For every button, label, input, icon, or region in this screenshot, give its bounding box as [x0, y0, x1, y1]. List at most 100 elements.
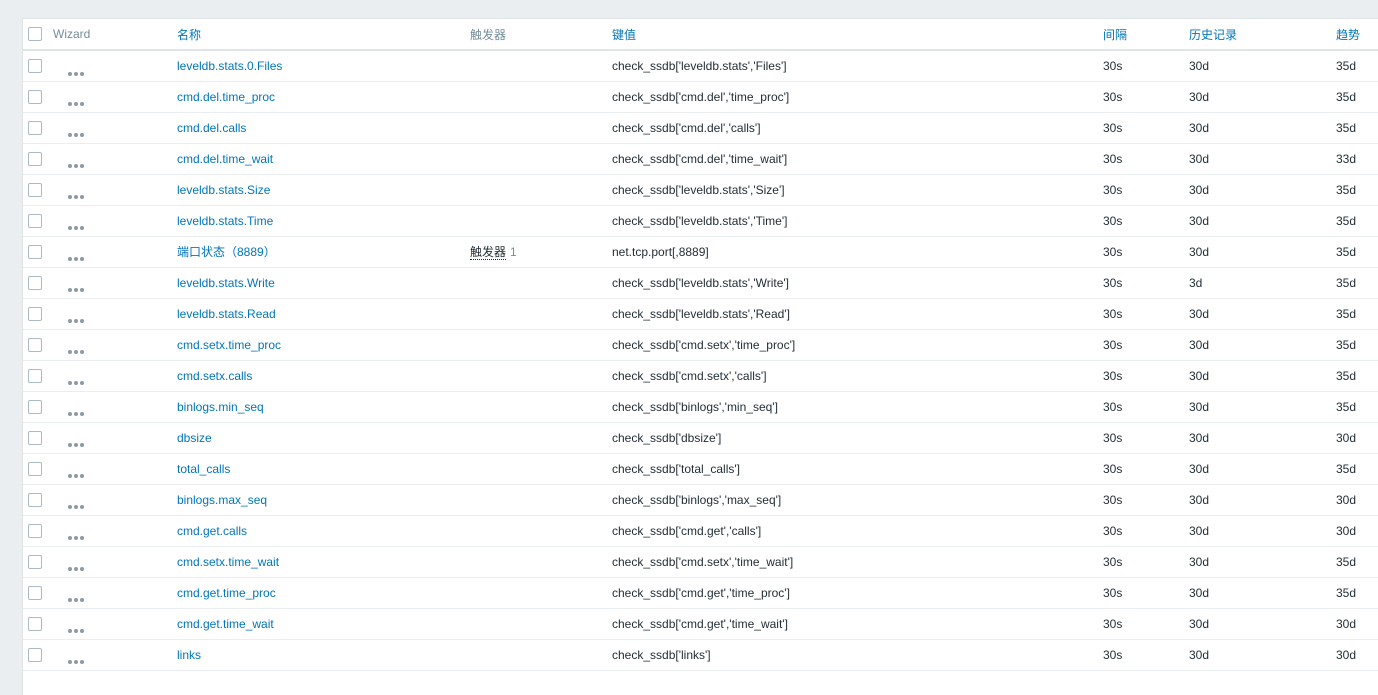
- table-row: binlogs.min_seq check_ssdb['binlogs','mi…: [23, 391, 1378, 422]
- row-triggers-cell: [470, 608, 612, 639]
- row-triggers-cell: [470, 298, 612, 329]
- item-name-link[interactable]: cmd.get.time_proc: [177, 586, 276, 600]
- item-name-link[interactable]: cmd.del.calls: [177, 121, 246, 135]
- sort-by-interval-link[interactable]: 间隔: [1103, 28, 1127, 42]
- row-wizard-cell: [53, 546, 177, 577]
- sort-by-trends-link[interactable]: 趋势: [1336, 28, 1360, 42]
- row-checkbox[interactable]: [28, 275, 42, 290]
- row-triggers-cell: [470, 50, 612, 81]
- row-history-cell: 30d: [1189, 298, 1336, 329]
- more-dots-icon[interactable]: [68, 65, 86, 76]
- item-name-link[interactable]: leveldb.stats.Write: [177, 276, 275, 290]
- row-select-cell: [23, 546, 53, 577]
- more-dots-icon[interactable]: [68, 653, 86, 665]
- more-dots-icon[interactable]: [68, 560, 86, 572]
- row-checkbox[interactable]: [28, 585, 42, 600]
- more-dots-icon[interactable]: [68, 622, 86, 634]
- item-name-link[interactable]: cmd.get.time_wait: [177, 617, 274, 631]
- more-dots-icon[interactable]: [68, 312, 86, 324]
- row-history-cell: 30d: [1189, 112, 1336, 143]
- row-interval-cell: 30s: [1103, 391, 1189, 422]
- item-interval: 30s: [1103, 430, 1123, 445]
- more-dots-icon[interactable]: [68, 281, 86, 293]
- row-checkbox[interactable]: [28, 523, 42, 538]
- item-name-link[interactable]: cmd.setx.time_proc: [177, 338, 281, 352]
- item-name-link[interactable]: binlogs.min_seq: [177, 400, 264, 414]
- row-checkbox[interactable]: [28, 306, 42, 321]
- row-checkbox[interactable]: [28, 430, 42, 445]
- more-dots-icon[interactable]: [68, 157, 86, 169]
- row-triggers-cell: [470, 453, 612, 484]
- row-select-cell: [23, 453, 53, 484]
- item-name-link[interactable]: cmd.del.time_wait: [177, 152, 273, 166]
- more-dots-icon[interactable]: [68, 219, 86, 231]
- row-name-cell: cmd.setx.calls: [177, 360, 470, 391]
- item-name-link[interactable]: cmd.get.calls: [177, 524, 247, 538]
- row-checkbox[interactable]: [28, 399, 42, 414]
- item-history: 30d: [1189, 430, 1210, 445]
- sort-by-history-link[interactable]: 历史记录: [1189, 28, 1237, 42]
- more-dots-icon[interactable]: [68, 250, 86, 262]
- row-triggers-cell: [470, 174, 612, 205]
- item-name-link[interactable]: leveldb.stats.0.Files: [177, 59, 282, 73]
- row-checkbox[interactable]: [28, 554, 42, 569]
- row-checkbox[interactable]: [28, 461, 42, 476]
- item-trends: 35d: [1336, 399, 1357, 414]
- row-checkbox[interactable]: [28, 492, 42, 507]
- more-dots-icon[interactable]: [68, 343, 86, 355]
- row-history-cell: 30d: [1189, 422, 1336, 453]
- select-all-checkbox[interactable]: [28, 27, 42, 42]
- more-dots-icon[interactable]: [68, 95, 86, 107]
- row-interval-cell: 30s: [1103, 453, 1189, 484]
- row-key-cell: check_ssdb['cmd.setx','time_wait']: [612, 546, 1103, 577]
- row-interval-cell: 30s: [1103, 112, 1189, 143]
- item-trends: 35d: [1336, 306, 1357, 321]
- row-checkbox[interactable]: [28, 244, 42, 259]
- item-name-link[interactable]: total_calls: [177, 462, 230, 476]
- more-dots-icon[interactable]: [68, 529, 86, 541]
- item-interval: 30s: [1103, 213, 1123, 228]
- item-name-link[interactable]: leveldb.stats.Read: [177, 307, 276, 321]
- more-dots-icon[interactable]: [68, 436, 86, 448]
- header-trends: 趋势: [1336, 19, 1378, 50]
- item-name-link[interactable]: links: [177, 648, 201, 662]
- more-dots-icon[interactable]: [68, 374, 86, 386]
- row-triggers-cell: [470, 639, 612, 670]
- row-checkbox[interactable]: [28, 120, 42, 135]
- row-checkbox[interactable]: [28, 616, 42, 631]
- more-dots-icon[interactable]: [68, 405, 86, 417]
- row-trends-cell: 30d: [1336, 639, 1378, 670]
- item-name-link[interactable]: cmd.setx.calls: [177, 369, 252, 383]
- row-checkbox[interactable]: [28, 89, 42, 104]
- row-checkbox[interactable]: [28, 368, 42, 383]
- item-name-link[interactable]: dbsize: [177, 431, 212, 445]
- row-wizard-cell: [53, 81, 177, 112]
- item-history: 30d: [1189, 306, 1210, 321]
- more-dots-icon[interactable]: [68, 498, 86, 510]
- item-name-link[interactable]: leveldb.stats.Time: [177, 214, 273, 228]
- item-name-link[interactable]: cmd.setx.time_wait: [177, 555, 279, 569]
- item-name-link[interactable]: cmd.del.time_proc: [177, 90, 275, 104]
- row-checkbox[interactable]: [28, 647, 42, 662]
- more-dots-icon[interactable]: [68, 188, 86, 200]
- item-trends: 35d: [1336, 368, 1357, 383]
- row-checkbox[interactable]: [28, 213, 42, 228]
- item-name-link[interactable]: binlogs.max_seq: [177, 493, 267, 507]
- item-history: 30d: [1189, 151, 1210, 166]
- item-triggers-link[interactable]: 触发器: [470, 245, 507, 260]
- more-dots-icon[interactable]: [68, 591, 86, 603]
- row-checkbox[interactable]: [28, 182, 42, 197]
- sort-by-key-link[interactable]: 键值: [612, 28, 636, 42]
- item-history: 30d: [1189, 492, 1210, 507]
- row-select-cell: [23, 236, 53, 267]
- row-checkbox[interactable]: [28, 337, 42, 352]
- row-checkbox[interactable]: [28, 59, 42, 74]
- more-dots-icon[interactable]: [68, 126, 86, 138]
- table-row: links check_ssdb['links'] 30s 30d 30d: [23, 639, 1378, 670]
- row-triggers-cell: 触发器 1: [470, 236, 612, 267]
- sort-by-name-link[interactable]: 名称: [177, 28, 201, 42]
- item-name-link[interactable]: leveldb.stats.Size: [177, 183, 270, 197]
- item-name-link[interactable]: 端口状态（8889）: [177, 245, 276, 259]
- row-checkbox[interactable]: [28, 151, 42, 166]
- more-dots-icon[interactable]: [68, 467, 86, 479]
